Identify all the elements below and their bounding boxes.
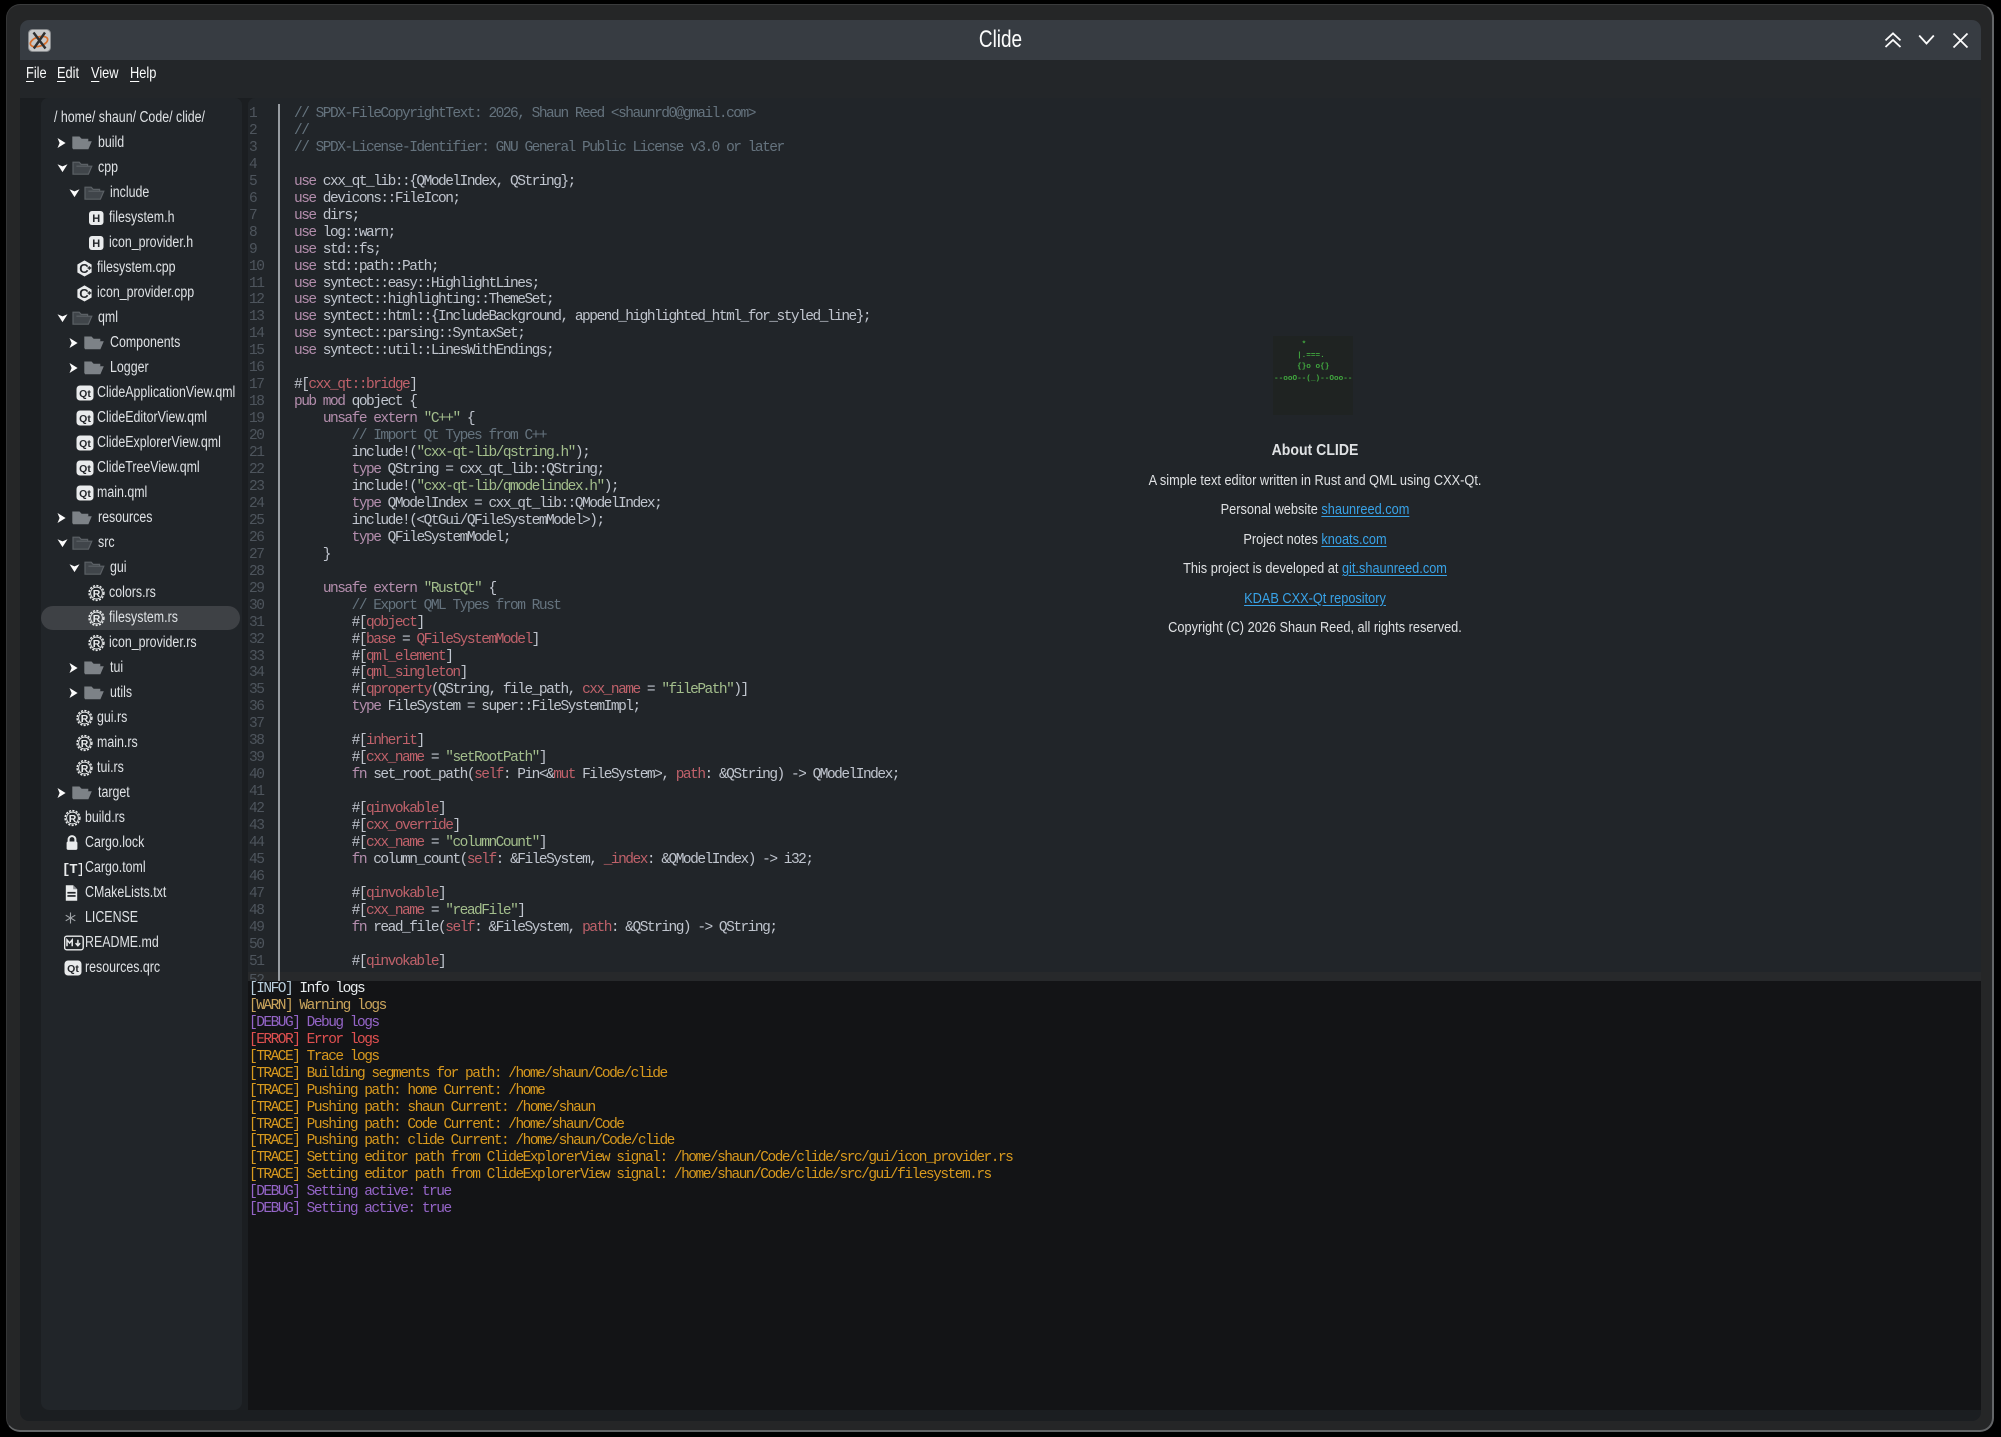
- svg-text:Qt: Qt: [67, 962, 79, 974]
- svg-text:H: H: [92, 238, 100, 250]
- svg-text:R: R: [93, 612, 101, 624]
- svg-text:[T]: [T]: [64, 861, 82, 876]
- svg-text:H: H: [92, 213, 100, 225]
- svg-text:R: R: [93, 637, 101, 649]
- svg-text:R: R: [93, 587, 101, 599]
- svg-text:R: R: [81, 712, 89, 724]
- svg-text:R: R: [81, 762, 89, 774]
- svg-text:Qt: Qt: [79, 387, 91, 399]
- svg-text:Qt: Qt: [79, 412, 91, 424]
- svg-text:R: R: [81, 737, 89, 749]
- svg-text:Qt: Qt: [79, 462, 91, 474]
- svg-text:Qt: Qt: [79, 487, 91, 499]
- svg-text:Qt: Qt: [79, 437, 91, 449]
- svg-text:R: R: [69, 812, 77, 824]
